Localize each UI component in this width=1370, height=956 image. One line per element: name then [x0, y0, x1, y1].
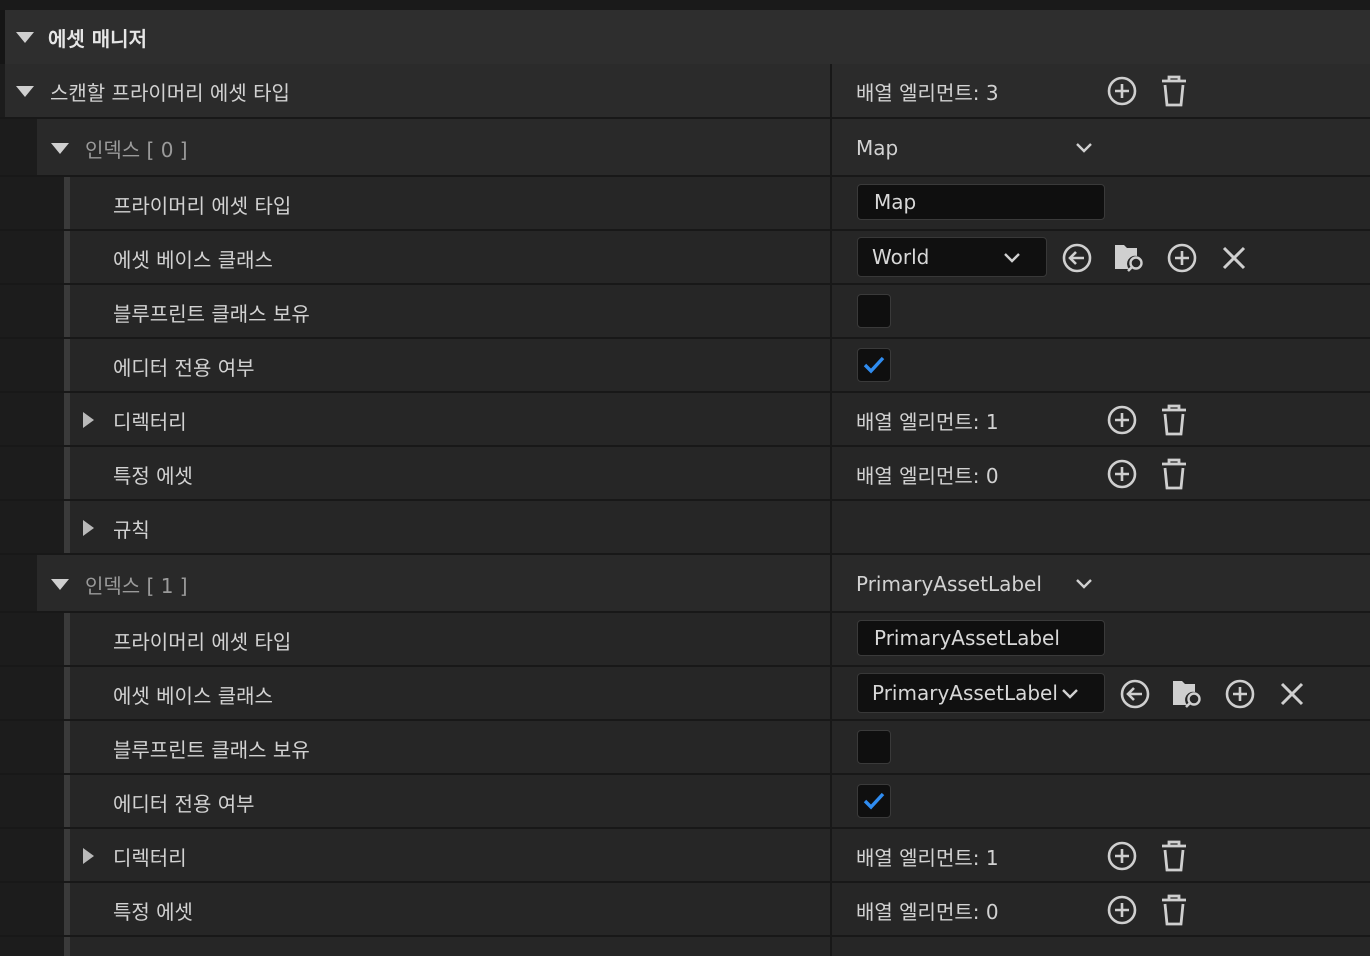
has-blueprint-classes-label: 블루프린트 클래스 보유	[113, 301, 310, 326]
chevron-down-icon[interactable]	[1002, 248, 1022, 268]
collapse-triangle-icon[interactable]	[51, 578, 69, 590]
row-has-blueprint-classes-0: 블루프린트 클래스 보유	[0, 285, 1370, 339]
row-scan-types: 스캔할 프라이머리 에셋 타입 배열 엘리먼트: 3	[0, 64, 1370, 119]
directories-label: 디렉터리	[113, 409, 187, 434]
has-blueprint-classes-checkbox[interactable]	[857, 730, 891, 764]
checkmark-icon	[863, 792, 885, 810]
row-specific-assets-0: 특정 에셋 배열 엘리먼트: 0	[0, 447, 1370, 501]
directories-label: 디렉터리	[113, 845, 187, 870]
browse-asset-icon[interactable]	[1170, 676, 1204, 710]
row-primary-asset-type-0: 프라이머리 에셋 타입 Map	[0, 177, 1370, 231]
clear-icon[interactable]	[1217, 241, 1251, 275]
rules-label: 규칙	[113, 950, 150, 956]
top-strip	[0, 0, 1370, 10]
primary-asset-type-input[interactable]: Map	[857, 184, 1105, 220]
row-index-1: 인덱스 [ 1 ] PrimaryAssetLabel	[0, 555, 1370, 613]
specific-assets-array-count: 배열 엘리먼트: 0	[856, 463, 999, 488]
row-rules-0: 규칙	[0, 501, 1370, 555]
row-directories-1: 디렉터리 배열 엘리먼트: 1	[0, 829, 1370, 883]
has-blueprint-classes-checkbox[interactable]	[857, 294, 891, 328]
add-element-icon[interactable]	[1105, 893, 1139, 927]
checkmark-icon	[863, 356, 885, 374]
row-specific-assets-1: 특정 에셋 배열 엘리먼트: 0	[0, 883, 1370, 937]
delete-array-icon[interactable]	[1157, 403, 1191, 437]
asset-base-class-label: 에셋 베이스 클래스	[113, 683, 273, 708]
add-asset-icon[interactable]	[1165, 241, 1199, 275]
editor-only-checkbox[interactable]	[857, 348, 891, 382]
collapse-triangle-icon[interactable]	[51, 142, 69, 154]
browse-asset-icon[interactable]	[1112, 240, 1146, 274]
add-element-icon[interactable]	[1105, 403, 1139, 437]
index-1-label: 인덱스 [ 1 ]	[85, 573, 188, 598]
row-rules-1: 규칙	[0, 937, 1370, 956]
add-element-icon[interactable]	[1105, 74, 1139, 108]
add-element-icon[interactable]	[1105, 839, 1139, 873]
chevron-down-icon[interactable]	[1074, 138, 1094, 158]
row-asset-base-class-1: 에셋 베이스 클래스 PrimaryAssetLabel	[0, 667, 1370, 721]
row-primary-asset-type-1: 프라이머리 에셋 타입 PrimaryAssetLabel	[0, 613, 1370, 667]
primary-asset-type-label: 프라이머리 에셋 타입	[113, 629, 292, 654]
index-0-type-value: Map	[856, 136, 899, 160]
expand-triangle-icon[interactable]	[83, 520, 94, 536]
has-blueprint-classes-label: 블루프린트 클래스 보유	[113, 737, 310, 762]
chevron-down-icon[interactable]	[1074, 574, 1094, 594]
row-directories-0: 디렉터리 배열 엘리먼트: 1	[0, 393, 1370, 447]
collapse-triangle-icon[interactable]	[16, 31, 34, 43]
row-asset-base-class-0: 에셋 베이스 클래스 World	[0, 231, 1370, 285]
scan-types-label: 스캔할 프라이머리 에셋 타입	[50, 81, 290, 105]
specific-assets-label: 특정 에셋	[113, 463, 193, 488]
row-editor-only-1: 에디터 전용 여부	[0, 775, 1370, 829]
expand-triangle-icon[interactable]	[83, 412, 94, 428]
clear-icon[interactable]	[1275, 677, 1309, 711]
delete-array-icon[interactable]	[1157, 893, 1191, 927]
delete-array-icon[interactable]	[1157, 74, 1191, 108]
collapse-triangle-icon[interactable]	[16, 86, 34, 97]
row-editor-only-0: 에디터 전용 여부	[0, 339, 1370, 393]
editor-only-label: 에디터 전용 여부	[113, 791, 255, 816]
primary-asset-type-input[interactable]: PrimaryAssetLabel	[857, 620, 1105, 656]
directories-array-count: 배열 엘리먼트: 1	[856, 409, 999, 434]
editor-only-checkbox[interactable]	[857, 784, 891, 818]
index-1-type-combo[interactable]: PrimaryAssetLabel	[832, 555, 1370, 613]
asset-manager-section-header[interactable]: 에셋 매니저	[5, 10, 1370, 64]
specific-assets-label: 특정 에셋	[113, 899, 193, 924]
index-0-type-combo[interactable]: Map	[832, 119, 1370, 177]
chevron-down-icon[interactable]	[1060, 684, 1080, 704]
add-asset-icon[interactable]	[1223, 677, 1257, 711]
row-has-blueprint-classes-1: 블루프린트 클래스 보유	[0, 721, 1370, 775]
index-1-type-value: PrimaryAssetLabel	[856, 572, 1042, 596]
use-selected-icon[interactable]	[1118, 677, 1152, 711]
delete-array-icon[interactable]	[1157, 839, 1191, 873]
details-panel: 에셋 매니저 스캔할 프라이머리 에셋 타입 배열 엘리먼트: 3 인덱스 [ …	[0, 0, 1370, 956]
row-index-0: 인덱스 [ 0 ] Map	[0, 119, 1370, 177]
use-selected-icon[interactable]	[1060, 241, 1094, 275]
primary-asset-type-label: 프라이머리 에셋 타입	[113, 193, 292, 218]
directories-array-count: 배열 엘리먼트: 1	[856, 845, 999, 870]
add-element-icon[interactable]	[1105, 457, 1139, 491]
delete-array-icon[interactable]	[1157, 457, 1191, 491]
asset-base-class-label: 에셋 베이스 클래스	[113, 247, 273, 272]
rules-label: 규칙	[113, 517, 150, 542]
section-title: 에셋 매니저	[48, 26, 147, 51]
expand-triangle-icon[interactable]	[83, 848, 94, 864]
scan-types-array-count: 배열 엘리먼트: 3	[856, 81, 999, 105]
specific-assets-array-count: 배열 엘리먼트: 0	[856, 899, 999, 924]
index-0-label: 인덱스 [ 0 ]	[85, 137, 188, 162]
editor-only-label: 에디터 전용 여부	[113, 355, 255, 380]
